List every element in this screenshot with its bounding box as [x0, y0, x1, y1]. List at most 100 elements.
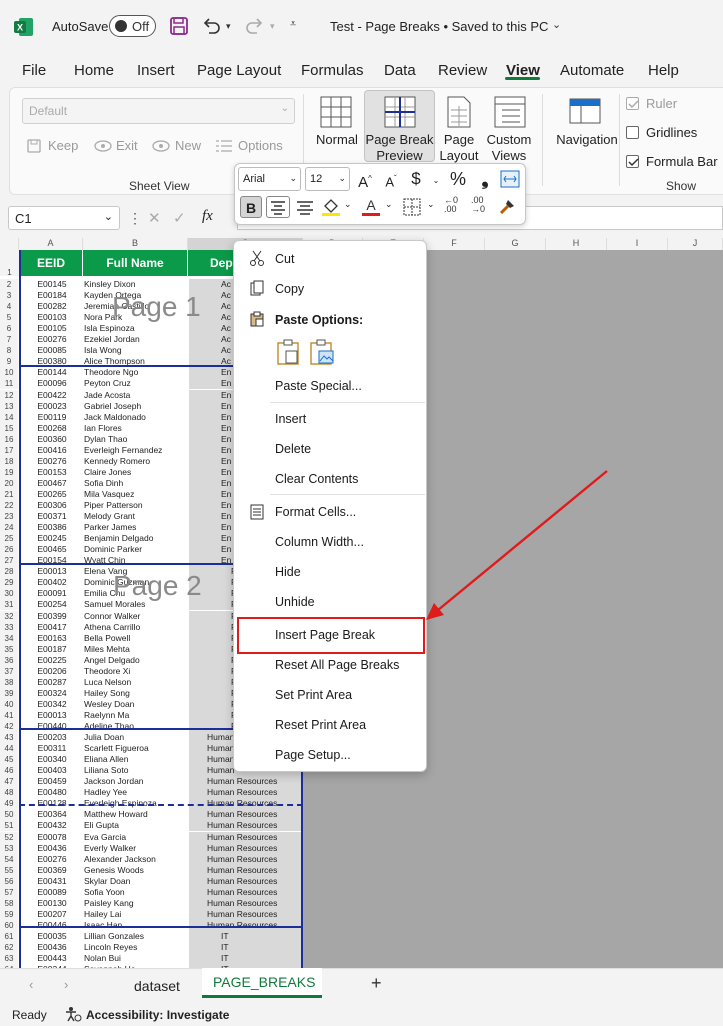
- cell-full-name[interactable]: Matthew Howard: [84, 809, 188, 820]
- insert-function-icon[interactable]: fx: [202, 208, 213, 225]
- column-header-f[interactable]: F: [424, 238, 485, 250]
- cell-full-name[interactable]: Genesis Woods: [84, 865, 188, 876]
- context-menu-clear-contents[interactable]: Clear Contents: [275, 472, 358, 486]
- cell-eeid[interactable]: E00431: [22, 876, 82, 887]
- cell-full-name[interactable]: Benjamin Delgado: [84, 533, 188, 544]
- row-header[interactable]: 44: [0, 743, 18, 755]
- add-sheet-button[interactable]: +: [371, 973, 382, 994]
- cancel-icon[interactable]: ✕: [148, 209, 161, 227]
- cell-full-name[interactable]: Theodore Xi: [84, 666, 188, 677]
- cell-eeid[interactable]: E00268: [22, 423, 82, 434]
- cell-full-name[interactable]: Scarlett Figueroa: [84, 743, 188, 754]
- cell-eeid[interactable]: E00306: [22, 500, 82, 511]
- table-row[interactable]: 62 E00436 Lincoln Reyes IT: [0, 942, 303, 953]
- row-header[interactable]: 18: [0, 455, 18, 467]
- row-header[interactable]: 62: [0, 942, 18, 953]
- row-header[interactable]: 19: [0, 466, 18, 478]
- cell-full-name[interactable]: Bella Powell: [84, 633, 188, 644]
- cell-eeid[interactable]: E00103: [22, 312, 82, 323]
- row-header[interactable]: 13: [0, 400, 18, 412]
- row-header[interactable]: 4: [0, 301, 18, 313]
- context-menu-copy[interactable]: Copy: [275, 282, 304, 296]
- cell-department[interactable]: IT: [189, 942, 303, 953]
- cell-eeid[interactable]: E00254: [22, 599, 82, 610]
- cell-full-name[interactable]: Alexander Jackson: [84, 854, 188, 865]
- row-header[interactable]: 61: [0, 930, 18, 942]
- context-menu-hide[interactable]: Hide: [275, 565, 301, 579]
- chevron-down-icon[interactable]: ⌄: [344, 199, 352, 210]
- row-header[interactable]: 8: [0, 345, 18, 357]
- row-header[interactable]: 16: [0, 433, 18, 445]
- row-header[interactable]: 7: [0, 334, 18, 346]
- row-header[interactable]: 42: [0, 721, 18, 732]
- row-header[interactable]: 51: [0, 820, 18, 832]
- cell-full-name[interactable]: Dominic Parker: [84, 544, 188, 555]
- accessibility-status[interactable]: Accessibility: Investigate: [86, 1008, 229, 1022]
- bold-button[interactable]: B: [240, 196, 262, 218]
- cell-eeid[interactable]: E00085: [22, 345, 82, 356]
- normal-view-button[interactable]: Normal: [312, 132, 362, 148]
- cell-full-name[interactable]: Sofia Yoon: [84, 887, 188, 898]
- more-options-icon[interactable]: ⋮: [128, 210, 142, 227]
- row-header[interactable]: 24: [0, 522, 18, 534]
- cell-eeid[interactable]: E00386: [22, 522, 82, 533]
- row-header[interactable]: 22: [0, 500, 18, 511]
- context-menu-column-width[interactable]: Column Width...: [275, 535, 364, 549]
- cell-full-name[interactable]: Theodore Ngo: [84, 367, 188, 378]
- cell-eeid[interactable]: E00203: [22, 732, 82, 743]
- row-header[interactable]: 32: [0, 610, 18, 622]
- context-menu-reset-all-page-breaks[interactable]: Reset All Page Breaks: [275, 658, 399, 672]
- cell-department[interactable]: Human Resources: [189, 908, 303, 920]
- row-header[interactable]: 20: [0, 477, 18, 489]
- cell-full-name[interactable]: Angel Delgado: [84, 655, 188, 666]
- cell-eeid[interactable]: E00282: [22, 301, 82, 312]
- cell-full-name[interactable]: Lillian Gonzales: [84, 931, 188, 942]
- row-header[interactable]: 14: [0, 411, 18, 423]
- context-menu-reset-print-area[interactable]: Reset Print Area: [275, 718, 366, 732]
- redo-icon[interactable]: [244, 15, 266, 37]
- cell-full-name[interactable]: Skylar Doan: [84, 876, 188, 887]
- row-header[interactable]: 47: [0, 776, 18, 788]
- automatic-page-break-line[interactable]: [19, 804, 303, 806]
- save-icon[interactable]: [168, 15, 190, 37]
- menu-home[interactable]: Home: [74, 62, 114, 79]
- row-header[interactable]: 21: [0, 488, 18, 500]
- cell-eeid[interactable]: E00360: [22, 434, 82, 445]
- customize-qat-icon[interactable]: ⩡: [290, 18, 296, 31]
- cell-eeid[interactable]: E00078: [22, 832, 82, 843]
- row-header[interactable]: 27: [0, 555, 18, 567]
- percent-style-icon[interactable]: %: [447, 168, 469, 190]
- cell-eeid[interactable]: E00465: [22, 544, 82, 555]
- row-header[interactable]: 53: [0, 842, 18, 854]
- context-menu-set-print-area[interactable]: Set Print Area: [275, 688, 352, 702]
- table-row[interactable]: 50 E00364 Matthew Howard Human Resources: [0, 809, 303, 821]
- cell-eeid[interactable]: E00089: [22, 887, 82, 898]
- cell-department[interactable]: IT: [189, 930, 303, 942]
- context-menu-unhide[interactable]: Unhide: [275, 595, 315, 609]
- row-header[interactable]: 49: [0, 798, 18, 810]
- cell-eeid[interactable]: E00364: [22, 809, 82, 820]
- table-row[interactable]: 52 E00078 Eva Garcia Human Resources: [0, 831, 303, 843]
- cell-eeid[interactable]: E00013: [22, 710, 82, 721]
- column-header-g[interactable]: G: [485, 238, 546, 250]
- cell-full-name[interactable]: Kennedy Romero: [84, 456, 188, 467]
- table-row[interactable]: 58 E00130 Paisley Kang Human Resources: [0, 897, 303, 909]
- cell-full-name[interactable]: Mila Vasquez: [84, 489, 188, 500]
- cell-eeid[interactable]: E00276: [22, 456, 82, 467]
- context-menu-paste-special[interactable]: Paste Special...: [275, 379, 362, 393]
- table-row[interactable]: 55 E00369 Genesis Woods Human Resources: [0, 864, 303, 876]
- cell-full-name[interactable]: Claire Jones: [84, 467, 188, 478]
- format-painter-icon[interactable]: [498, 196, 518, 216]
- row-header[interactable]: 56: [0, 875, 18, 887]
- font-color-icon[interactable]: A: [360, 197, 382, 217]
- row-header[interactable]: 11: [0, 378, 18, 390]
- cell-eeid[interactable]: E00436: [22, 942, 82, 953]
- table-row[interactable]: 63 E00443 Nolan Bui IT: [0, 953, 303, 965]
- table-row[interactable]: 59 E00207 Hailey Lai Human Resources: [0, 908, 303, 920]
- cell-eeid[interactable]: E00342: [22, 699, 82, 710]
- sheet-tab-dataset[interactable]: dataset: [134, 978, 180, 994]
- row-header[interactable]: 5: [0, 312, 18, 324]
- cell-eeid[interactable]: E00187: [22, 644, 82, 655]
- cell-full-name[interactable]: Eli Gupta: [84, 820, 188, 831]
- cell-full-name[interactable]: Ezekiel Jordan: [84, 334, 188, 345]
